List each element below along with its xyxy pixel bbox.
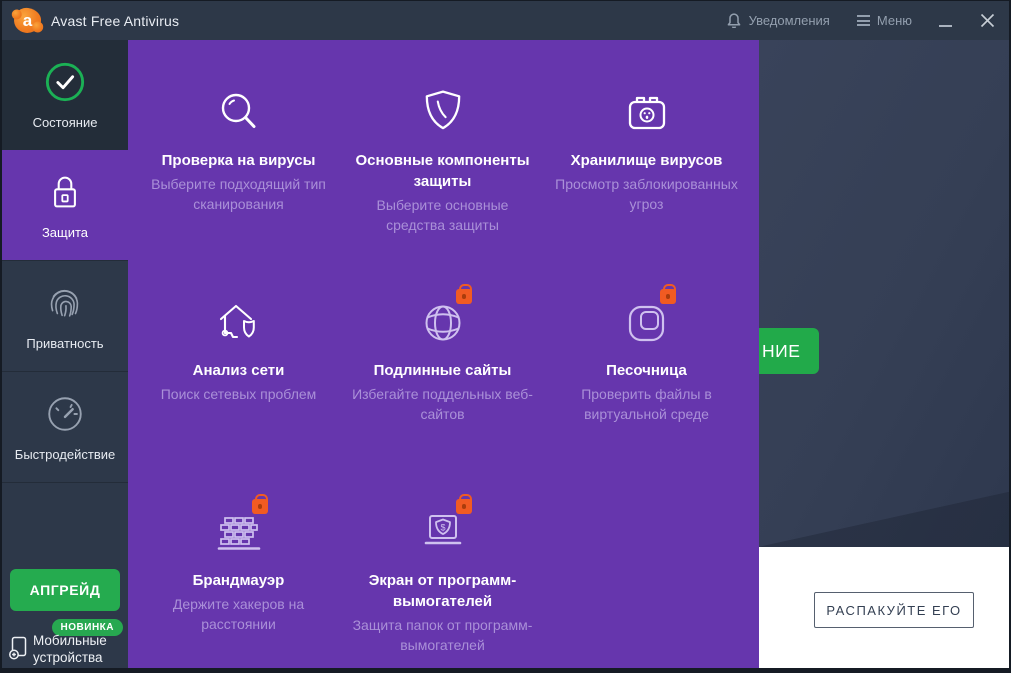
menu-item-subtitle: Поиск сетевых проблем	[143, 384, 335, 404]
mobile-devices-label: Мобильные устройства	[33, 633, 126, 667]
minimize-button[interactable]	[939, 12, 953, 30]
menu-item-title: Песочница	[554, 360, 740, 381]
menu-item-firewall[interactable]: Брандмауэр Держите хакеров на расстоянии	[138, 509, 339, 656]
menu-item-title: Брандмауэр	[146, 570, 332, 591]
menu-item-title: Основные компоненты защиты	[350, 150, 536, 192]
menu-label: Меню	[877, 13, 912, 28]
lock-icon	[47, 171, 83, 213]
menu-item-sandbox[interactable]: Песочница Проверить файлы в виртуальной …	[546, 299, 747, 509]
upgrade-button[interactable]: АПГРЕЙД	[10, 569, 120, 611]
fingerprint-icon	[44, 282, 86, 324]
notifications-label: Уведомления	[749, 13, 830, 28]
hamburger-icon	[857, 15, 870, 26]
phone-plus-icon	[8, 636, 28, 660]
menu-item-virus-chest[interactable]: Хранилище вирусов Просмотр заблокированн…	[546, 89, 747, 299]
menu-item-subtitle: Выберите основные средства защиты	[347, 195, 539, 236]
menu-item-subtitle: Защита папок от программ-вымогателей	[347, 615, 539, 656]
sidebar-item-protection[interactable]: Защита	[2, 150, 128, 260]
notifications-button[interactable]: Уведомления	[726, 11, 830, 31]
menu-item-core-shields[interactable]: Основные компоненты защиты Выберите осно…	[342, 89, 543, 299]
shield-icon	[422, 89, 464, 137]
menu-item-title: Экран от программ-вымогателей	[350, 570, 536, 612]
ransomware-shield-icon: $	[418, 510, 468, 556]
menu-item-title: Анализ сети	[146, 360, 332, 381]
magnifier-icon	[216, 90, 262, 136]
menu-item-ransomware-shield[interactable]: $ Экран от программ-вымогателей Защита п…	[342, 509, 543, 656]
menu-item-virus-scan[interactable]: Проверка на вирусы Выберите подходящий т…	[138, 89, 339, 299]
scan-cta-button[interactable]: НИЕ	[759, 328, 819, 374]
avast-logo-icon: a	[14, 8, 41, 33]
sidebar: Состояние Защита Приватность	[2, 40, 128, 668]
menu-item-empty	[546, 509, 747, 656]
close-icon	[980, 13, 995, 28]
menu-item-subtitle: Избегайте поддельных веб-сайтов	[347, 384, 539, 425]
speedometer-icon	[44, 393, 86, 435]
bell-icon	[726, 11, 742, 31]
menu-item-network-inspector[interactable]: Анализ сети Поиск сетевых проблем	[138, 299, 339, 509]
close-button[interactable]	[980, 13, 995, 28]
menu-item-subtitle: Выберите подходящий тип сканирования	[143, 174, 335, 215]
home-network-icon	[213, 299, 265, 347]
lock-badge-icon	[660, 289, 676, 304]
menu-item-subtitle: Просмотр заблокированных угроз	[551, 174, 743, 215]
menu-item-title: Хранилище вирусов	[554, 150, 740, 171]
globe-icon	[420, 300, 466, 346]
check-circle-icon	[44, 61, 86, 103]
sidebar-item-privacy[interactable]: Приватность	[2, 261, 128, 371]
svg-text:$: $	[440, 523, 445, 533]
virus-vault-icon	[624, 91, 670, 135]
sandbox-icon	[624, 300, 670, 346]
sidebar-item-label: Приватность	[26, 336, 103, 351]
menu-item-subtitle: Проверить файлы в виртуальной среде	[551, 384, 743, 425]
menu-button[interactable]: Меню	[857, 13, 912, 28]
menu-item-real-site[interactable]: Подлинные сайты Избегайте поддельных веб…	[342, 299, 543, 509]
firewall-icon	[213, 510, 265, 556]
titlebar: a Avast Free Antivirus Уведомления Меню	[2, 1, 1009, 40]
menu-item-title: Подлинные сайты	[350, 360, 536, 381]
menu-item-title: Проверка на вирусы	[146, 150, 332, 171]
sidebar-item-status[interactable]: Состояние	[2, 40, 128, 150]
promo-panel: РАСПАКУЙТЕ ЕГО	[759, 547, 1009, 668]
sidebar-item-label: Состояние	[33, 115, 98, 130]
sidebar-divider	[2, 482, 128, 483]
minimize-icon	[939, 25, 952, 27]
sidebar-item-label: Защита	[42, 225, 88, 240]
protection-menu-panel: Проверка на вирусы Выберите подходящий т…	[128, 40, 759, 668]
avast-window: a Avast Free Antivirus Уведомления Меню	[0, 0, 1011, 673]
lock-badge-icon	[252, 499, 268, 514]
unpack-button[interactable]: РАСПАКУЙТЕ ЕГО	[814, 592, 974, 628]
sidebar-item-mobile-devices[interactable]: Мобильные устройства	[8, 633, 126, 667]
menu-item-subtitle: Держите хакеров на расстоянии	[143, 594, 335, 635]
app-title: Avast Free Antivirus	[51, 13, 179, 29]
lock-badge-icon	[456, 499, 472, 514]
sidebar-item-performance[interactable]: Быстродействие	[2, 372, 128, 482]
lock-badge-icon	[456, 289, 472, 304]
sidebar-item-label: Быстродействие	[15, 447, 115, 462]
dashboard-background: НИЕ	[759, 40, 1009, 547]
